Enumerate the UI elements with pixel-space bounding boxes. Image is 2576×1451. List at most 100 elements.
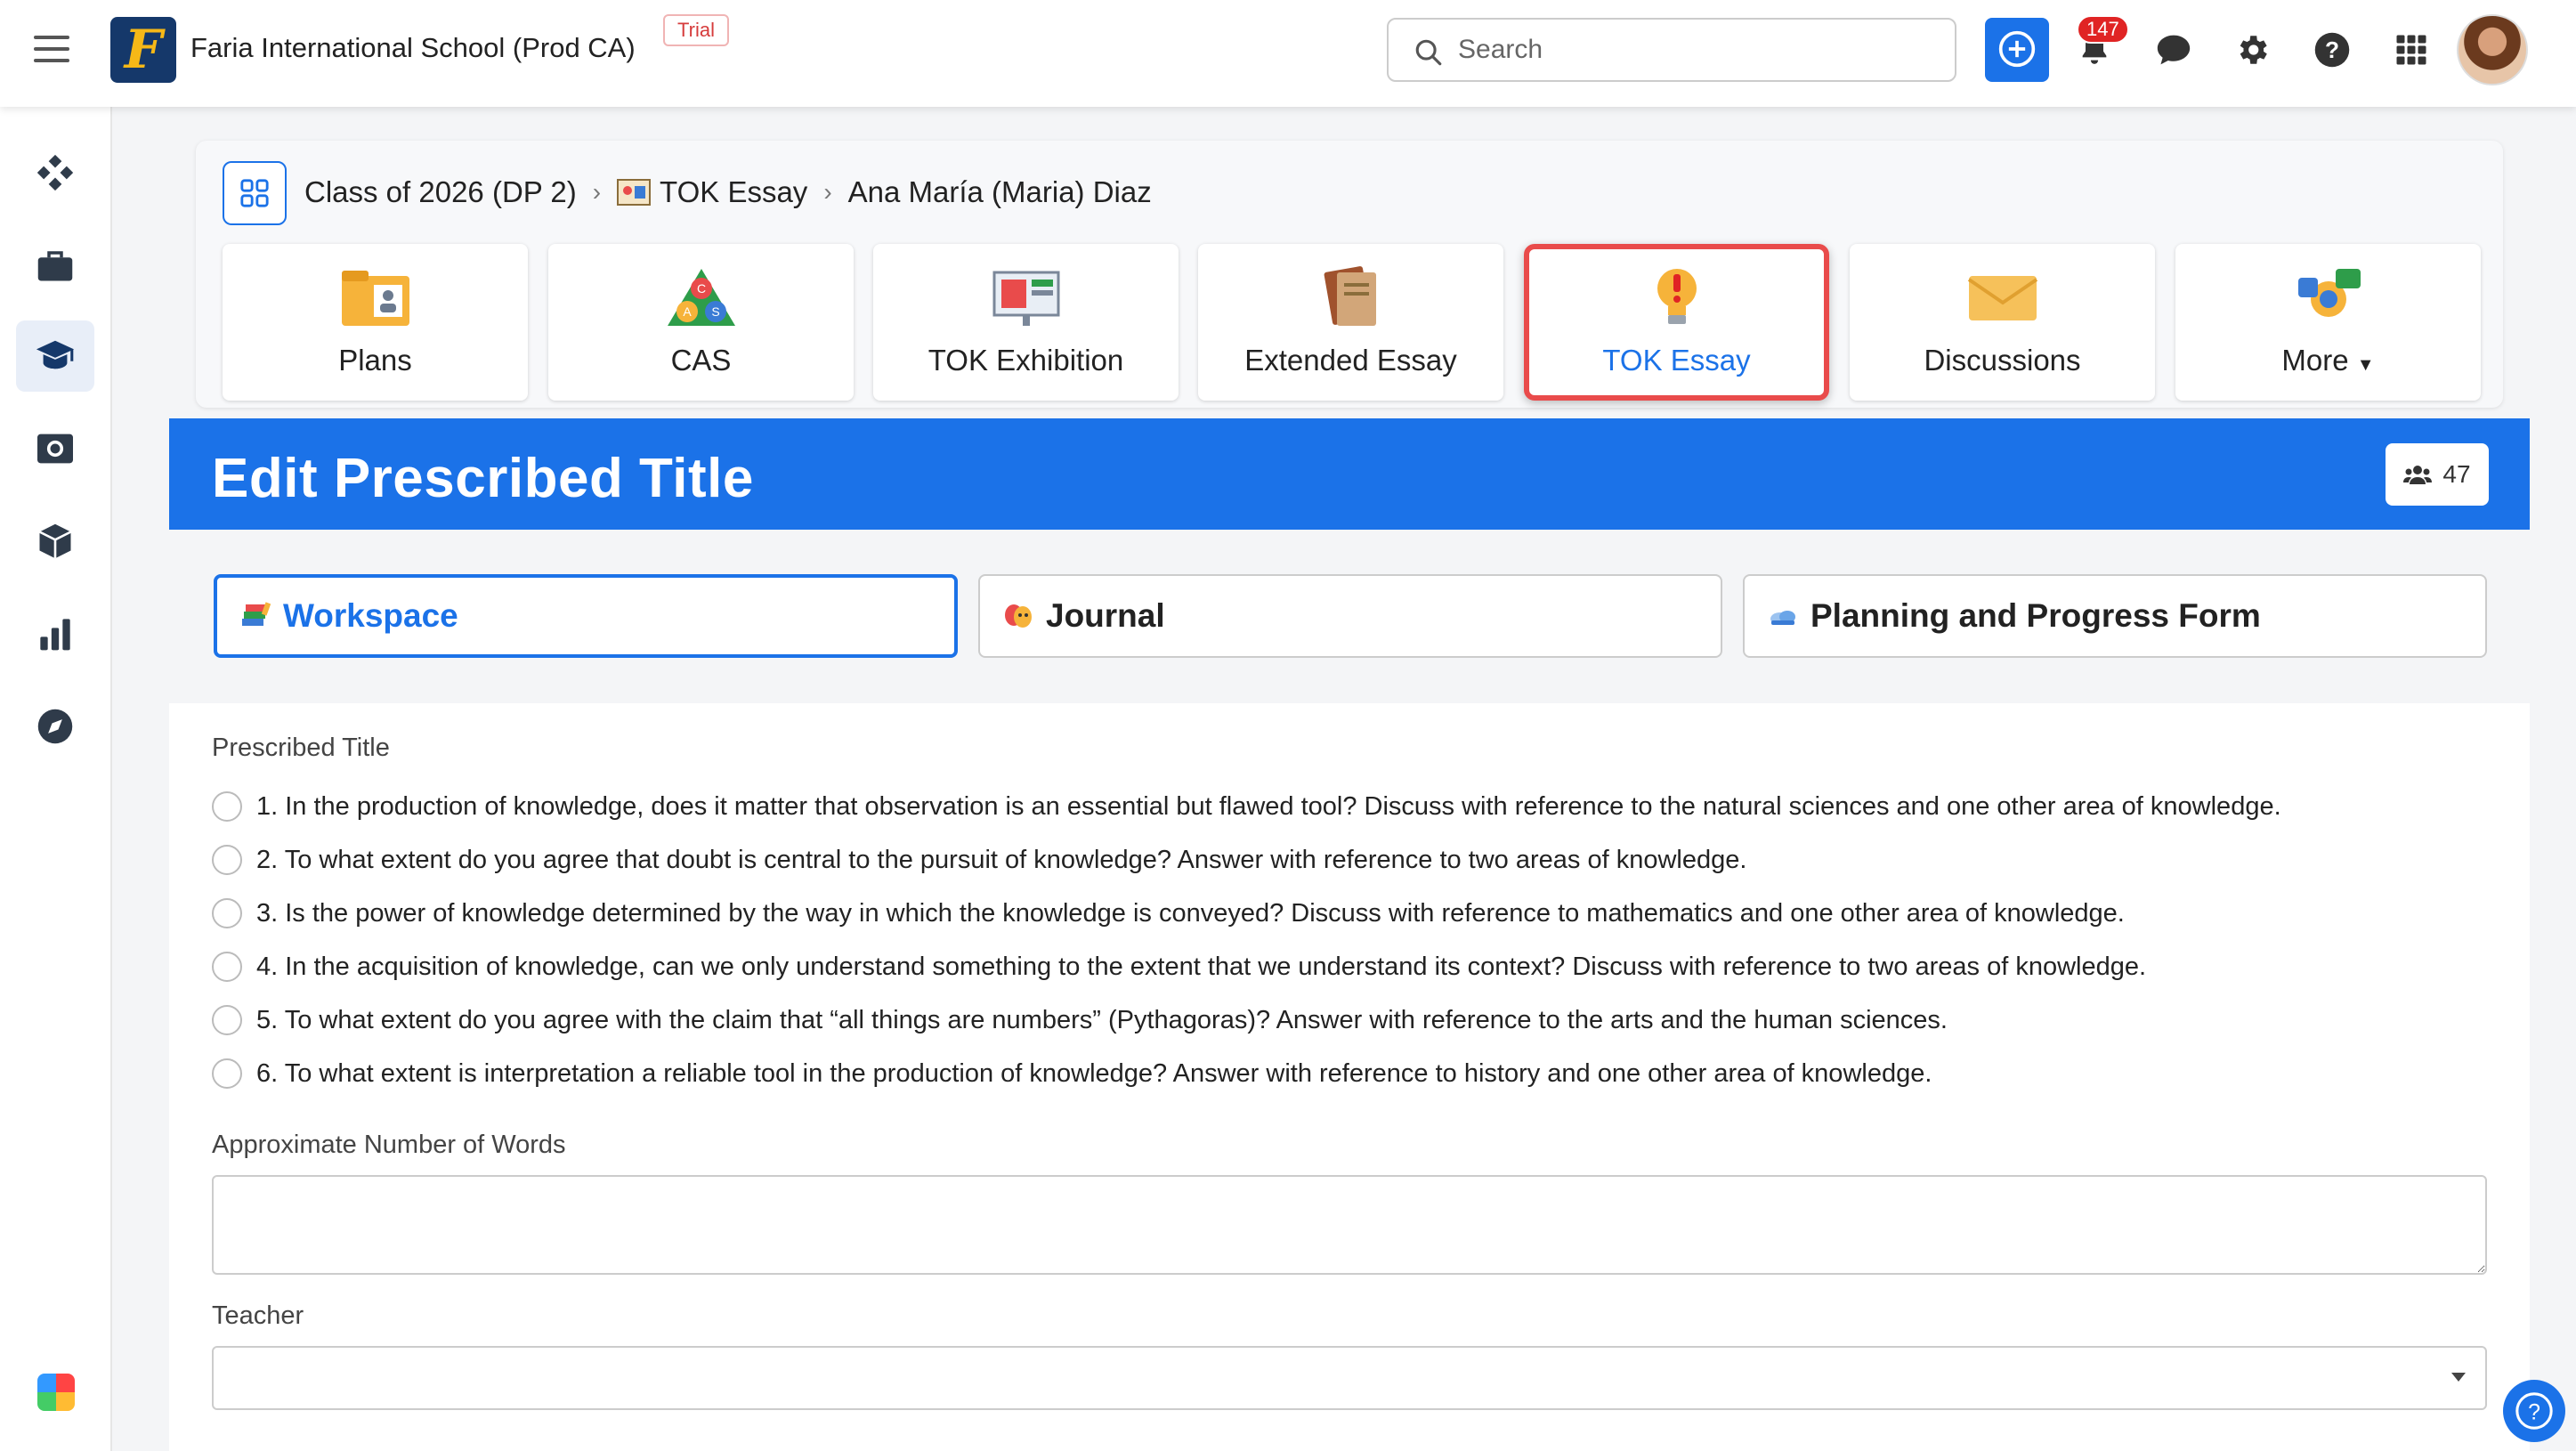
help-button[interactable]: ? xyxy=(2311,28,2353,71)
radio-button[interactable] xyxy=(212,1005,242,1035)
tab-workspace[interactable]: Workspace xyxy=(214,574,958,658)
left-nav xyxy=(0,107,112,1451)
school-logo[interactable]: F xyxy=(110,17,176,83)
users-icon xyxy=(2403,466,2433,484)
globe-book-icon xyxy=(37,434,73,464)
apps-button[interactable] xyxy=(2390,28,2433,71)
breadcrumb-class[interactable]: Class of 2026 (DP 2) xyxy=(304,175,577,209)
more-label: More xyxy=(2281,344,2349,377)
approximate-words-field[interactable] xyxy=(212,1175,2487,1275)
member-count: 47 xyxy=(2442,460,2471,488)
chat-bubble-icon xyxy=(2157,35,2191,65)
tile-more[interactable]: More ▼ xyxy=(2175,244,2481,401)
tile-label: Discussions xyxy=(1924,344,2081,377)
trial-badge: Trial xyxy=(663,14,729,46)
search-box[interactable] xyxy=(1387,18,1956,82)
books-icon xyxy=(1314,263,1389,329)
option-text: 5. To what extent do you agree with the … xyxy=(256,1005,1948,1034)
lightbulb-icon xyxy=(1640,263,1714,329)
tile-discussions[interactable]: Discussions xyxy=(1850,244,2155,401)
page-banner: Edit Prescribed Title 47 xyxy=(169,418,2530,530)
option-text: 1. In the production of knowledge, does … xyxy=(256,791,2281,821)
tab-planning-progress-form[interactable]: Planning and Progress Form xyxy=(1743,574,2487,658)
cube-icon xyxy=(38,523,72,559)
radio-button[interactable] xyxy=(212,1058,242,1089)
radio-button[interactable] xyxy=(212,952,242,982)
tile-label: TOK Exhibition xyxy=(928,344,1124,377)
grid-squares-icon xyxy=(240,179,269,207)
chevron-right-icon: › xyxy=(823,178,832,206)
prescribed-title-option[interactable]: 6. To what extent is interpretation a re… xyxy=(212,1056,1932,1091)
faria-brand-icon[interactable] xyxy=(37,1374,75,1411)
more-icon xyxy=(2291,263,2366,329)
prescribed-title-option[interactable]: 5. To what extent do you agree with the … xyxy=(212,1002,1948,1038)
tile-tok-exhibition[interactable]: TOK Exhibition xyxy=(873,244,1179,401)
tile-label: Plans xyxy=(338,344,412,377)
nav-explore[interactable] xyxy=(16,691,94,762)
tile-plans[interactable]: Plans xyxy=(223,244,528,401)
user-avatar[interactable] xyxy=(2457,14,2528,85)
school-name[interactable]: Faria International School (Prod CA) xyxy=(190,32,636,64)
radio-button[interactable] xyxy=(212,791,242,822)
settings-button[interactable] xyxy=(2231,28,2273,71)
prescribed-title-option[interactable]: 3. Is the power of knowledge determined … xyxy=(212,896,2125,931)
nav-academics[interactable] xyxy=(16,320,94,392)
tile-label: Extended Essay xyxy=(1244,344,1457,377)
chevron-right-icon: › xyxy=(592,178,602,206)
help-chat-button[interactable]: ? xyxy=(2503,1380,2565,1442)
journal-masks-icon xyxy=(1003,601,1033,631)
members-button[interactable]: 47 xyxy=(2386,443,2489,506)
tab-label: Journal xyxy=(1046,597,1165,634)
prescribed-title-option[interactable]: 1. In the production of knowledge, does … xyxy=(212,789,2281,824)
nav-reports[interactable] xyxy=(16,598,94,669)
words-label: Approximate Number of Words xyxy=(212,1131,566,1159)
diamonds-icon xyxy=(36,154,74,191)
tile-label: CAS xyxy=(670,344,732,377)
tab-label: Planning and Progress Form xyxy=(1810,597,2261,634)
help-icon: ? xyxy=(2515,1392,2553,1430)
create-button[interactable] xyxy=(1985,18,2049,82)
nav-portfolio[interactable] xyxy=(16,230,94,301)
search-icon xyxy=(1415,39,1442,66)
tile-label: TOK Essay xyxy=(1602,344,1751,377)
breadcrumb-student: Ana María (Maria) Diaz xyxy=(847,175,1152,208)
tile-tok-essay[interactable]: TOK Essay xyxy=(1524,244,1829,401)
page-title: Edit Prescribed Title xyxy=(212,448,754,509)
tok-picture-icon xyxy=(617,179,652,206)
help-icon: ? xyxy=(2314,32,2350,68)
teacher-label: Teacher xyxy=(212,1301,304,1330)
folder-person-icon xyxy=(338,263,413,329)
prescribed-title-option[interactable]: 4. In the acquisition of knowledge, can … xyxy=(212,949,2146,985)
graduation-cap-icon xyxy=(36,340,75,369)
hamburger-menu-icon[interactable] xyxy=(34,36,69,71)
workspace-tabs: Workspace Journal Planning and Progress … xyxy=(169,530,2530,703)
tab-journal[interactable]: Journal xyxy=(978,574,1722,658)
option-text: 2. To what extent do you agree that doub… xyxy=(256,845,1747,874)
teacher-select[interactable] xyxy=(212,1346,2487,1410)
workspace-icon xyxy=(240,601,271,631)
notification-count-badge: 147 xyxy=(2077,15,2129,44)
envelope-icon xyxy=(1965,263,2040,329)
messages-button[interactable] xyxy=(2152,28,2195,71)
svg-text:C: C xyxy=(697,281,706,296)
nav-units[interactable] xyxy=(16,506,94,577)
prescribed-title-option[interactable]: 2. To what extent do you agree that doub… xyxy=(212,842,1746,878)
presentation-icon xyxy=(989,263,1064,329)
plus-circle-icon xyxy=(1998,30,2036,67)
bar-chart-icon xyxy=(40,619,70,651)
radio-button[interactable] xyxy=(212,898,242,928)
option-text: 6. To what extent is interpretation a re… xyxy=(256,1058,1932,1088)
option-text: 4. In the acquisition of knowledge, can … xyxy=(256,952,2147,981)
option-text: 3. Is the power of knowledge determined … xyxy=(256,898,2125,928)
top-bar: F Faria International School (Prod CA) T… xyxy=(0,0,2576,107)
form-content: Prescribed Title 1. In the production of… xyxy=(169,703,2530,1451)
search-input[interactable] xyxy=(1458,32,1939,68)
breadcrumb-menu-button[interactable] xyxy=(223,161,287,225)
tile-extended-essay[interactable]: Extended Essay xyxy=(1198,244,1503,401)
apps-grid-icon xyxy=(2396,35,2426,65)
nav-dashboard[interactable] xyxy=(16,137,94,208)
breadcrumb-section[interactable]: TOK Essay xyxy=(660,175,807,209)
radio-button[interactable] xyxy=(212,845,242,875)
tile-cas[interactable]: CAS CAS xyxy=(548,244,854,401)
nav-world[interactable] xyxy=(16,413,94,484)
